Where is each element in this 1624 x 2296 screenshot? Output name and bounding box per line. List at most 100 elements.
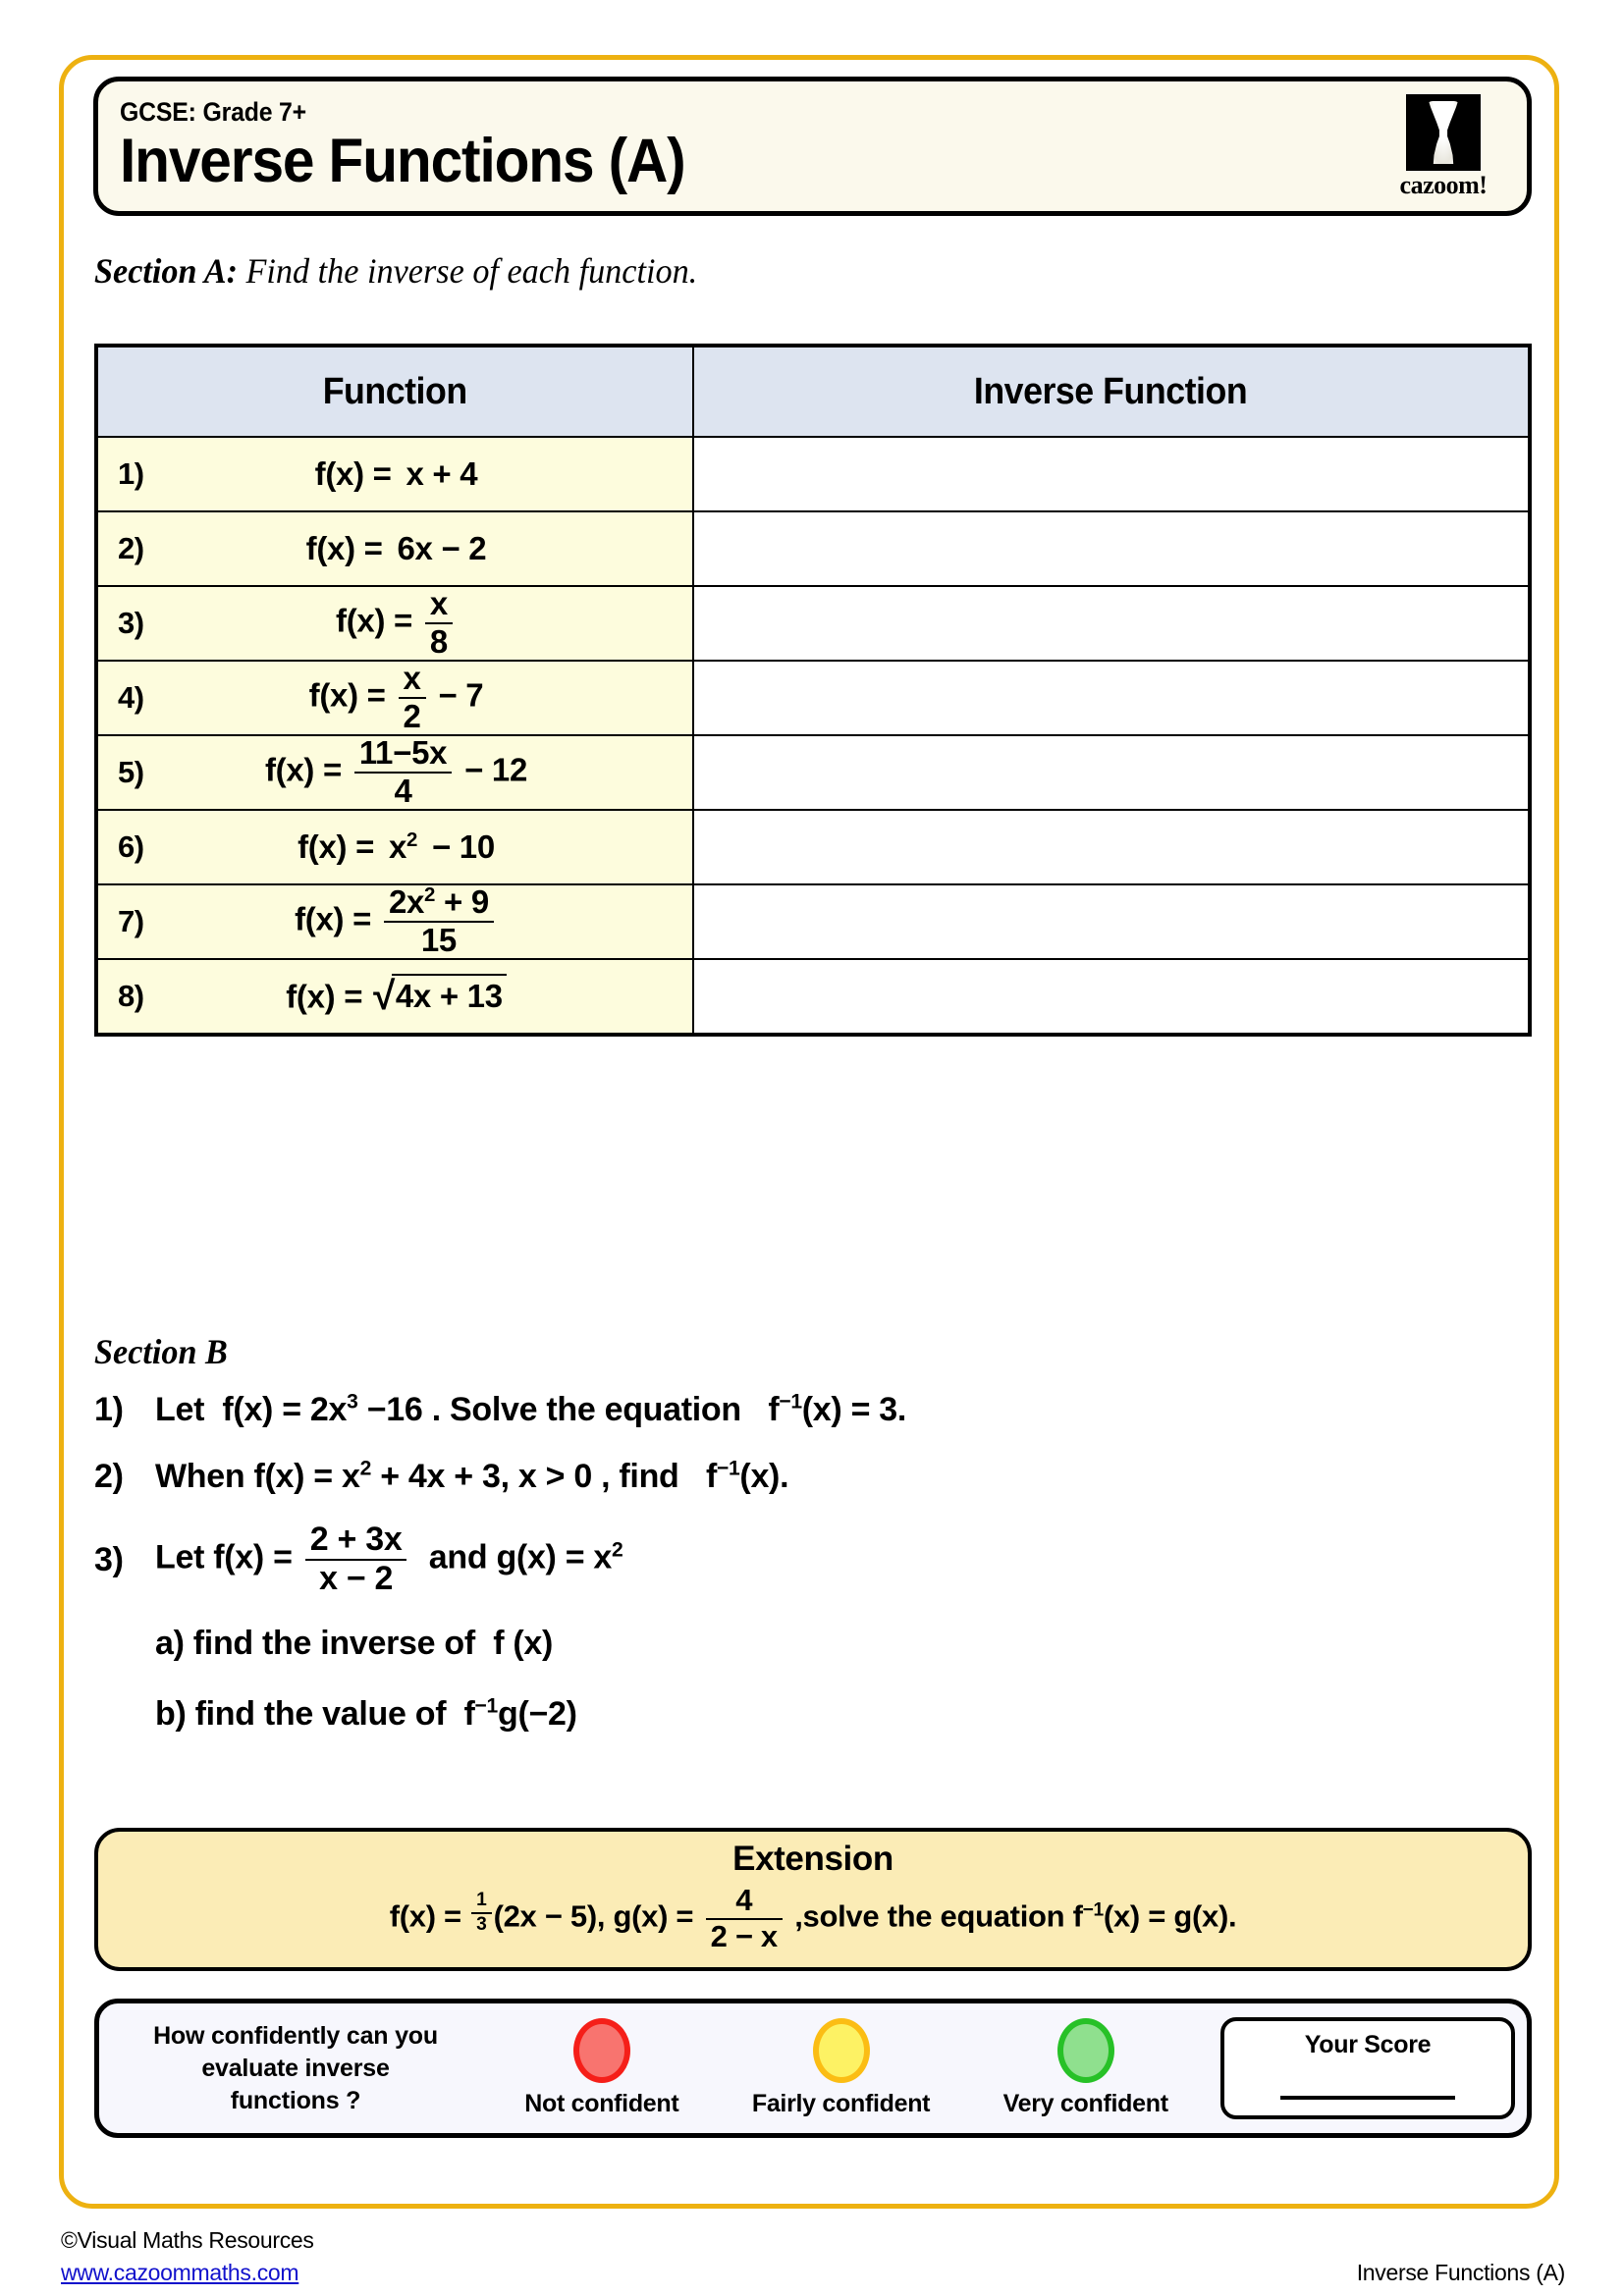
fraction-denominator: 8 [429,623,448,660]
table-row: 7) f(x) = 2x2 + 9 15 [95,883,1531,960]
exponent-2: 2 [359,1457,372,1480]
question-number: 2) [94,1457,124,1495]
exponent-3: 3 [347,1390,358,1414]
table-header-row: Function Inverse Function [95,345,1531,438]
red-circle-icon[interactable] [572,2018,630,2083]
function-expression-8: f(x) = √4x + 13 [194,974,692,1019]
function-cell-5: 5) f(x) = 11−5x 4 − 12 [95,734,694,811]
fraction-2x2-plus-9-over-15: 2x2 + 9 15 [383,883,494,958]
question-number-3: 3) [118,606,144,640]
section-a-heading: Section A: Find the inverse of each func… [94,250,697,292]
expr-tail-6: − 10 [431,828,495,865]
radicand: 4x + 13 [391,974,507,1015]
worksheet-header: GCSE: Grade 7+ Inverse Functions (A) caz… [93,77,1532,216]
answer-cell-8[interactable] [692,958,1531,1036]
table-row: 1) f(x) = x + 4 [95,436,1531,512]
question-body: a) find the inverse of f (x) [155,1625,1532,1663]
table-row: 6) f(x) = x2 − 10 [95,809,1531,885]
fx-eq-7: f(x) = [295,900,372,937]
green-circle-icon[interactable] [1056,2018,1114,2083]
confidence-label-fairly-confident: Fairly confident [751,2090,931,2117]
function-expression-6: f(x) = x2 − 10 [194,828,692,866]
ext-part-3: ,solve the equation f [794,1898,1083,1934]
cazoommaths-link[interactable]: www.cazoommaths.com [61,2257,299,2289]
confidence-bar: How confidently can you evaluate inverse… [94,1999,1532,2138]
answer-cell-7[interactable] [692,883,1531,960]
section-b-question-2: 2) When f(x) = x2 + 4x + 3, x > 0 , find… [94,1446,1532,1507]
fx-eq-2: f(x) = [305,530,383,566]
exponent-2: 2 [424,883,436,907]
section-b-question-list: 1) Let f(x) = 2x3 −16 . Solve the equati… [94,1379,1532,1754]
confidence-option-very-confident[interactable]: Very confident [1003,2018,1168,2118]
table-row: 5) f(x) = 11−5x 4 − 12 [95,734,1531,811]
column-header-inverse: Inverse Function [692,345,1531,438]
fraction-one-third: 1 3 [471,1891,492,1935]
q1-part-5: f [768,1390,780,1428]
exponent-minus-1: −1 [716,1457,740,1480]
ext-part-2: (2x − 5), g(x) = [493,1898,694,1934]
worksheet-page: GCSE: Grade 7+ Inverse Functions (A) caz… [0,0,1624,2296]
section-a-instruction: Find the inverse of each function. [245,251,698,291]
confidence-option-fairly-confident[interactable]: Fairly confident [751,2018,931,2118]
answer-cell-6[interactable] [692,809,1531,885]
answer-cell-3[interactable] [692,585,1531,662]
expr-body-2: 6x − 2 [397,530,487,566]
score-entry-line[interactable] [1280,2096,1455,2100]
fraction-denominator: 2 − x [710,1918,779,1953]
footer-left-group: ©Visual Maths Resources www.cazoommaths.… [61,2224,314,2288]
question-number-5: 5) [118,755,144,789]
header-text-group: GCSE: Grade 7+ Inverse Functions (A) [98,99,1383,193]
fraction-x-over-2: x 2 [398,662,426,733]
question-number-8: 8) [118,979,144,1013]
function-cell-4: 4) f(x) = x 2 − 7 [95,660,694,736]
question-number-2: 2) [118,531,144,565]
column-header-function: Function [95,345,694,438]
function-cell-3: 3) f(x) = x 8 [95,585,694,662]
q3b-part-3: g(−2) [497,1694,577,1733]
fraction-2-plus-3x-over-x-minus-2: 2 + 3x x − 2 [304,1522,407,1596]
fraction-denominator: 15 [420,922,457,958]
fx-eq-3: f(x) = [336,602,413,639]
question-body: Let f(x) = 2 + 3x x − 2 and g(x) = x2 [155,1522,1532,1596]
answer-cell-5[interactable] [692,734,1531,811]
fx-eq-4: f(x) = [308,676,386,714]
answer-cell-2[interactable] [692,510,1531,587]
q1-part-1: Let [155,1390,205,1428]
q1-part-7: . [896,1390,907,1428]
confidence-option-not-confident[interactable]: Not confident [524,2018,679,2118]
function-cell-8: 8) f(x) = √4x + 13 [95,958,694,1036]
expr-base-6: x [388,828,406,865]
function-cell-6: 6) f(x) = x2 − 10 [95,809,694,885]
extension-title: Extension [732,1840,893,1878]
fx-eq-6: f(x) = [298,828,375,865]
fraction-denominator: 3 [476,1913,487,1935]
cazoom-hourglass-icon [1406,94,1481,171]
q2-part-3: f [705,1457,717,1495]
confidence-options: Not confident Fairly confident Very conf… [482,2018,1220,2118]
q3b-part-2: f [463,1694,475,1733]
question-number: 3) [94,1540,124,1578]
q1-part-3: −16 [366,1390,423,1428]
your-score-box[interactable]: Your Score [1220,2017,1515,2119]
hourglass-shape [1429,101,1458,164]
function-expression-1: f(x) = x + 4 [194,455,692,493]
function-cell-7: 7) f(x) = 2x2 + 9 15 [95,883,694,960]
confidence-question: How confidently can you evaluate inverse… [99,2020,482,2117]
section-b-question-1: 1) Let f(x) = 2x3 −16 . Solve the equati… [94,1379,1532,1440]
ext-part-4: (x) = g(x). [1103,1898,1237,1934]
fx-eq-1: f(x) = [314,455,392,492]
yellow-circle-icon[interactable] [812,2018,870,2083]
table-row: 4) f(x) = x 2 − 7 [95,660,1531,736]
question-number-6: 6) [118,829,144,864]
q1-part-4: . Solve the equation [431,1390,741,1428]
section-b-question-3b: b) find the value of f−1g(−2) [94,1683,1532,1744]
answer-cell-1[interactable] [692,436,1531,512]
confidence-question-line-3: functions ? [230,2086,361,2114]
confidence-question-line-2: evaluate inverse [201,2054,390,2082]
section-b-heading: Section B [94,1332,228,1371]
expr-body-1: x + 4 [406,455,478,492]
fraction-4-over-2-minus-x: 4 2 − x [705,1884,783,1953]
page-footer: ©Visual Maths Resources www.cazoommaths.… [61,2224,1565,2288]
function-cell-1: 1) f(x) = x + 4 [95,436,694,512]
answer-cell-4[interactable] [692,660,1531,736]
